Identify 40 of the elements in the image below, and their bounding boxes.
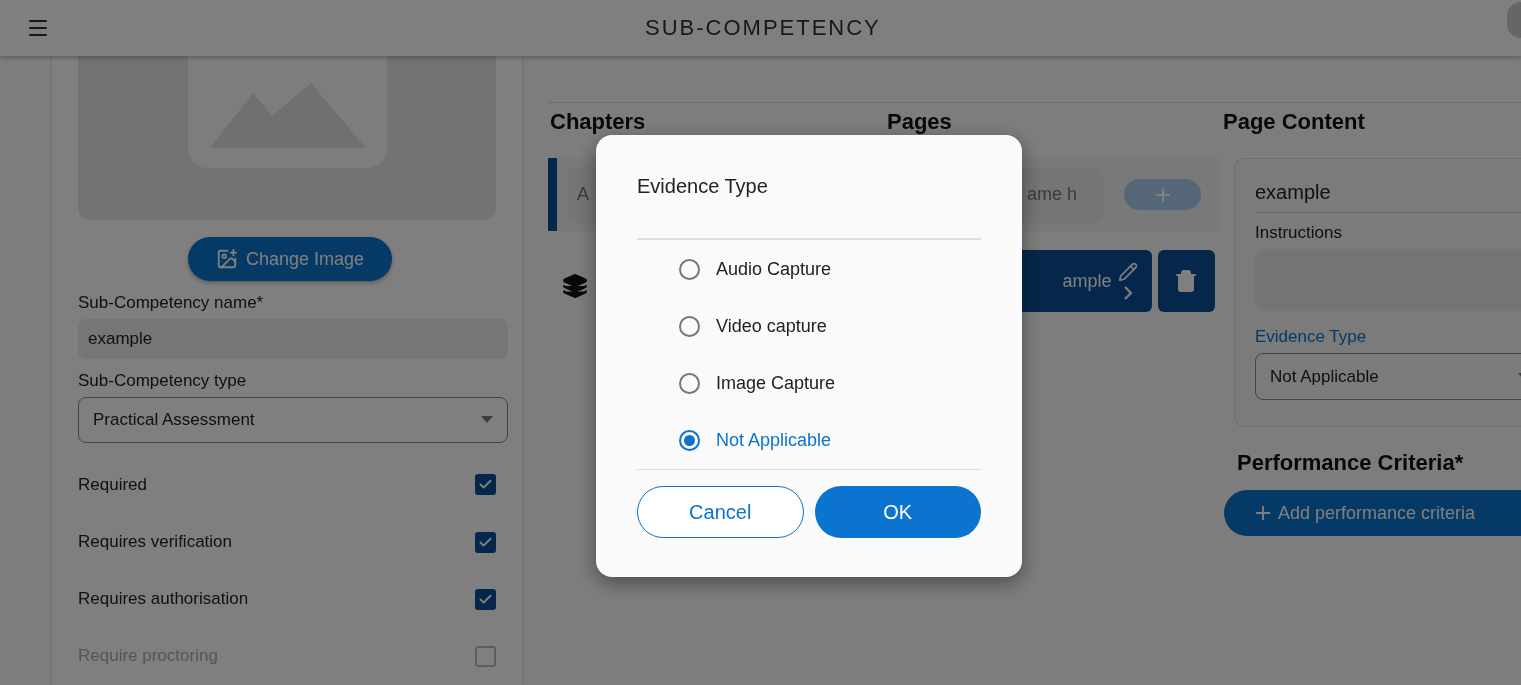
layers-icon	[562, 273, 588, 299]
checkbox[interactable]	[475, 474, 496, 496]
page-title: SUB-COMPETENCY	[645, 15, 881, 41]
edit-icon	[1117, 262, 1138, 282]
checkbox-label: Requires verification	[78, 532, 232, 552]
page-title-field[interactable]: example	[1255, 173, 1521, 213]
add-image-icon	[215, 248, 238, 271]
caret-icon	[481, 416, 493, 424]
name-field[interactable]: example	[78, 319, 508, 360]
radio-button[interactable]	[679, 258, 700, 280]
checkbox-label: Required	[78, 474, 147, 495]
radio-label: Image Capture	[716, 372, 836, 394]
checkbox-label: Requires authorisation	[78, 589, 249, 610]
radio-button[interactable]	[679, 315, 700, 337]
column-heading: Page Content	[1223, 110, 1366, 134]
type-select[interactable]: Practical Assessment	[78, 397, 508, 443]
page-name-field[interactable]: ame h	[1021, 166, 1103, 223]
radio-label: Video capture	[716, 315, 827, 337]
radio-button[interactable]	[679, 429, 700, 451]
radio-label: Audio Capture	[716, 258, 832, 280]
dialog-title: Evidence Type	[637, 175, 768, 198]
evidence-type-select[interactable]: Not Applicable	[1255, 353, 1521, 400]
field-label: Sub-Competency name*	[78, 293, 265, 314]
ok-button[interactable]: OK	[814, 486, 981, 538]
field-label: Instructions	[1255, 223, 1343, 243]
radio-label: Not Applicable	[716, 429, 832, 451]
add-criteria-button[interactable]: Add performance criteria	[1224, 490, 1521, 536]
cancel-button[interactable]: Cancel	[637, 486, 804, 538]
change-image-button[interactable]: Change Image	[187, 236, 393, 282]
radio-button[interactable]	[679, 372, 700, 394]
checkbox[interactable]	[475, 531, 496, 553]
delete-button[interactable]	[1157, 250, 1215, 312]
trash-icon	[1174, 269, 1199, 293]
checkbox[interactable]	[475, 588, 496, 610]
field-label: Sub-Competency type	[78, 371, 248, 392]
column-heading: Chapters	[550, 110, 647, 134]
section-heading: Performance Criteria*	[1237, 451, 1465, 475]
chevron-icon	[1123, 286, 1132, 300]
column-heading: Pages	[887, 110, 953, 134]
field-label: Evidence Type	[1255, 327, 1368, 347]
